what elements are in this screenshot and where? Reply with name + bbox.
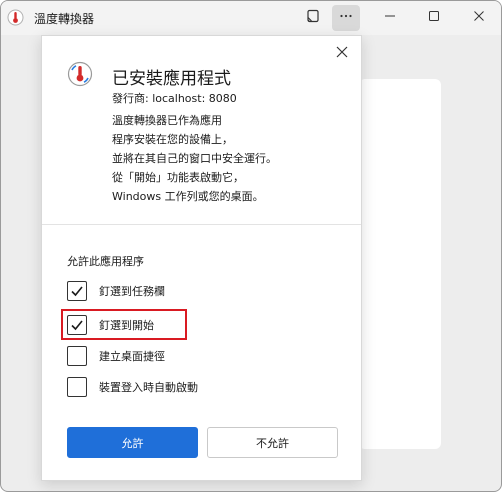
permissions-label: 允許此應用程序 — [67, 255, 144, 268]
auto-start-checkbox[interactable] — [67, 377, 87, 397]
pin-taskbar-checkbox[interactable] — [67, 281, 87, 301]
minimize-button[interactable] — [375, 5, 405, 31]
description-line: Windows 工作列或您的桌面。 — [112, 190, 264, 203]
dialog-title: 已安裝應用程式 — [112, 69, 231, 89]
checkmark-icon — [71, 320, 83, 331]
cast-button[interactable] — [298, 5, 328, 31]
description-line: 溫度轉換器已作為應用 — [112, 114, 222, 127]
thermometer-icon — [67, 61, 93, 87]
option-pin-start[interactable]: 釘選到開始 — [67, 314, 154, 336]
minimize-icon — [384, 10, 396, 26]
window-close-button[interactable] — [464, 5, 494, 31]
option-label: 建立桌面捷徑 — [99, 350, 165, 363]
close-icon — [335, 44, 349, 63]
more-button[interactable] — [332, 5, 360, 31]
description-line: 並將在其自己的窗口中安全運行。 — [112, 152, 277, 165]
window-title: 溫度轉換器 — [34, 12, 95, 26]
desktop-shortcut-checkbox[interactable] — [67, 346, 87, 366]
option-auto-start[interactable]: 裝置登入時自動啟動 — [67, 376, 198, 398]
dialog-close-button[interactable] — [331, 42, 353, 64]
cast-icon — [305, 8, 321, 28]
option-label: 釘選到任務欄 — [99, 285, 165, 298]
divider — [42, 224, 361, 225]
deny-button[interactable]: 不允許 — [207, 427, 338, 458]
maximize-button[interactable] — [419, 5, 449, 31]
app-window: 溫度轉換器 已安裝應用程式 發行商: localhost: 8080 溫度轉換器… — [0, 0, 502, 492]
thermometer-icon — [7, 9, 24, 26]
option-pin-taskbar[interactable]: 釘選到任務欄 — [67, 280, 165, 302]
title-bar: 溫度轉換器 — [1, 1, 501, 35]
maximize-icon — [428, 10, 440, 26]
option-label: 裝置登入時自動啟動 — [99, 381, 198, 394]
checkmark-icon — [71, 286, 83, 297]
publisher-text: 發行商: localhost: 8080 — [112, 92, 237, 105]
description-line: 從「開始」功能表啟動它， — [112, 171, 244, 184]
close-icon — [473, 10, 485, 26]
app-installed-dialog: 已安裝應用程式 發行商: localhost: 8080 溫度轉換器已作為應用 … — [41, 35, 362, 481]
background-content — [359, 79, 441, 449]
allow-button[interactable]: 允許 — [67, 427, 198, 458]
dialog-description: 溫度轉換器已作為應用 程序安裝在您的設備上， 並將在其自己的窗口中安全運行。 從… — [112, 111, 277, 206]
description-line: 程序安裝在您的設備上， — [112, 133, 233, 146]
option-label: 釘選到開始 — [99, 319, 154, 332]
option-desktop-shortcut[interactable]: 建立桌面捷徑 — [67, 345, 165, 367]
more-icon — [338, 8, 354, 28]
pin-start-checkbox[interactable] — [67, 315, 87, 335]
